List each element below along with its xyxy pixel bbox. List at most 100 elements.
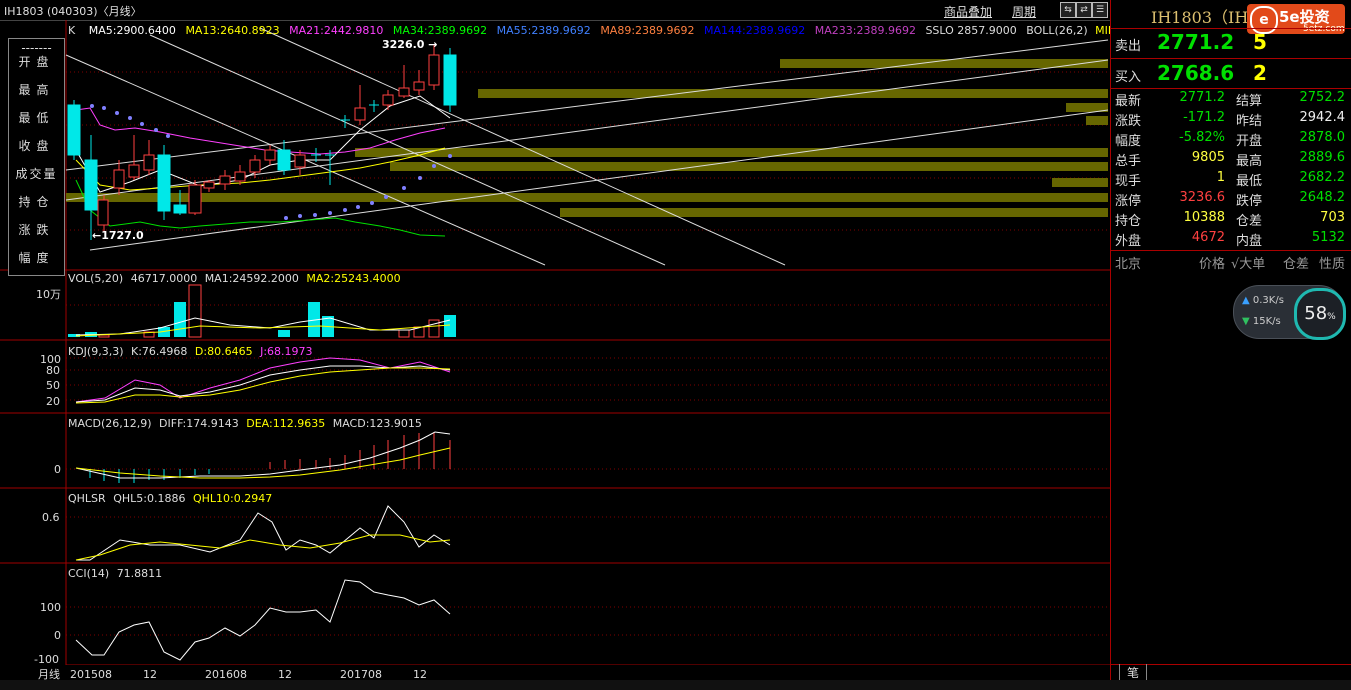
quote-label: 涨停 [1115,194,1142,209]
buy-volume: 2 [1253,61,1267,85]
download-speed-value: 15 [1252,316,1266,327]
ohlc-low-label: 最低 [18,111,55,125]
macd-tick-0: 0 [54,463,61,476]
kdj-tick-80: 80 [46,364,60,377]
ticks-header-bigorder[interactable]: √大单 [1231,253,1265,272]
quote-value: 4672 [1191,230,1225,245]
quote-value: 9805 [1191,150,1225,165]
quote-value: 3236.6 [1179,190,1226,205]
logo-url: 5etz.com [1303,24,1345,34]
qhlsr-name: QHLSR [68,492,106,505]
sell-volume: 5 [1253,30,1267,54]
divider [1111,88,1351,89]
pane-separators [0,20,1110,665]
vol-scale: 10万 [36,288,61,301]
sell-price[interactable]: 2771.2 [1157,30,1234,54]
cci-value: 71.8811 [116,567,163,580]
ohlc-openint-label: 持仓 [18,195,55,209]
ma144-label: MA144:2389.9692 [704,24,806,37]
upload-speed: ▲ 0.3K/s [1242,295,1284,306]
ticks-header-price: 价格 [1199,257,1226,272]
quote-label: 幅度 [1115,134,1142,149]
prev-button[interactable]: ⇆ [1060,2,1076,18]
divider [1111,58,1351,59]
buy-price[interactable]: 2768.6 [1157,61,1234,85]
kdj-tick-50: 50 [46,379,60,392]
quote-value: 2682.2 [1299,170,1346,185]
overlay-commodity-link[interactable]: 商品叠加 [944,3,992,20]
volume-bars [68,284,456,338]
quote-value: 2878.0 [1299,130,1346,145]
quote-label: 跌停 [1236,194,1263,209]
period-link[interactable]: 周期 [1012,3,1036,20]
buy-label: 买入 [1115,70,1142,85]
memory-usage-value: 58 [1304,303,1328,324]
quote-value: 5132 [1311,230,1345,245]
memory-usage-unit: % [1327,312,1336,322]
divider [1111,664,1351,665]
quote-value: 1 [1216,170,1225,185]
sell-label: 卖出 [1115,39,1142,54]
vol-value: 46717.0000 [130,272,198,285]
ohlc-close-label: 收盘 [18,139,55,153]
upload-speed-unit: K/s [1268,295,1284,306]
ma21-label: MA21:2442.9810 [289,24,384,37]
ma55-label: MA55:2389.9692 [496,24,591,37]
ma34-label: MA34:2389.9692 [392,24,488,37]
cci-name: CCI(14) [68,567,110,580]
cci-tick-0: 0 [54,629,61,642]
ohlc-info-box: ------- 开盘 最高 最低 收盘 成交量 持仓 涨跌 幅度 [8,38,65,276]
kdj-name: KDJ(9,3,3) [68,345,124,358]
qhlsr-lines [75,505,451,561]
kdj-lines [75,357,451,404]
quote-label: 现手 [1115,174,1142,189]
boll-label: BOLL(26,2) [1026,24,1088,37]
ohlc-high-label: 最高 [18,83,55,97]
chart-title-bar: IH1803 (040303)〈月线〉 商品叠加 周期 ⇆ ⇄ ☰ [0,0,1110,21]
kline-chart[interactable] [0,20,1110,665]
quote-value: 10388 [1183,210,1225,225]
memory-usage-gauge: 58% [1294,288,1346,340]
quote-value: 2648.2 [1299,190,1346,205]
download-arrow-icon: ▼ [1242,316,1250,327]
vol-ma1: MA1:24592.2000 [204,272,299,285]
quote-title: IH1803（IH [1151,8,1249,27]
quote-label: 昨结 [1236,114,1263,129]
candlesticks [67,45,457,240]
ohlc-pct-label: 幅度 [18,251,55,265]
kdj-d: D:80.6465 [194,345,253,358]
quote-value: 2942.4 [1299,110,1346,125]
download-speed: ▼ 15K/s [1242,316,1281,327]
ticks-header-diff: 仓差 [1283,257,1310,272]
kdj-k: K:76.4968 [131,345,188,358]
cci-tick-neg100: -100 [34,653,59,666]
ma89-label: MA89:2389.9692 [600,24,695,37]
quote-label: 最低 [1236,174,1263,189]
menu-icon[interactable]: ☰ [1092,2,1108,18]
quote-label: 内盘 [1236,234,1263,249]
quote-label: 最高 [1236,154,1263,169]
next-button[interactable]: ⇄ [1076,2,1092,18]
low-price-mark: ←1727.0 [92,229,144,242]
quote-label: 涨跌 [1115,114,1142,129]
macd-labels: MACD(26,12,9) DIFF:174.9143 DEA:112.9635… [68,417,422,430]
quote-value: 2889.6 [1299,150,1346,165]
upload-speed-value: 0.3 [1252,295,1269,306]
chart-title: IH1803 (040303)〈月线〉 [4,5,142,18]
qhlsr-qhl10: QHL10:0.2947 [192,492,273,505]
volume-profile [66,59,1108,217]
macd-dea: DEA:112.9635 [246,417,326,430]
macd-diff: DIFF:174.9143 [159,417,239,430]
qhlsr-qhl5: QHL5:0.1886 [113,492,186,505]
ohlc-change-label: 涨跌 [18,223,55,237]
cci-line [75,579,451,661]
quote-label: 开盘 [1236,134,1263,149]
quote-label: 总手 [1115,154,1142,169]
network-speed-widget[interactable]: ▲ 0.3K/s ▼ 15K/s 58% [1233,285,1346,340]
qhlsr-labels: QHLSR QHL5:0.1886 QHL10:0.2947 [68,492,272,505]
high-price-value: 3226.0 [382,38,425,51]
kdj-j: J:68.1973 [260,345,313,358]
vol-name: VOL(5,20) [68,272,124,285]
ma13-label: MA13:2640.8923 [185,24,280,37]
quote-label: 外盘 [1115,234,1142,249]
